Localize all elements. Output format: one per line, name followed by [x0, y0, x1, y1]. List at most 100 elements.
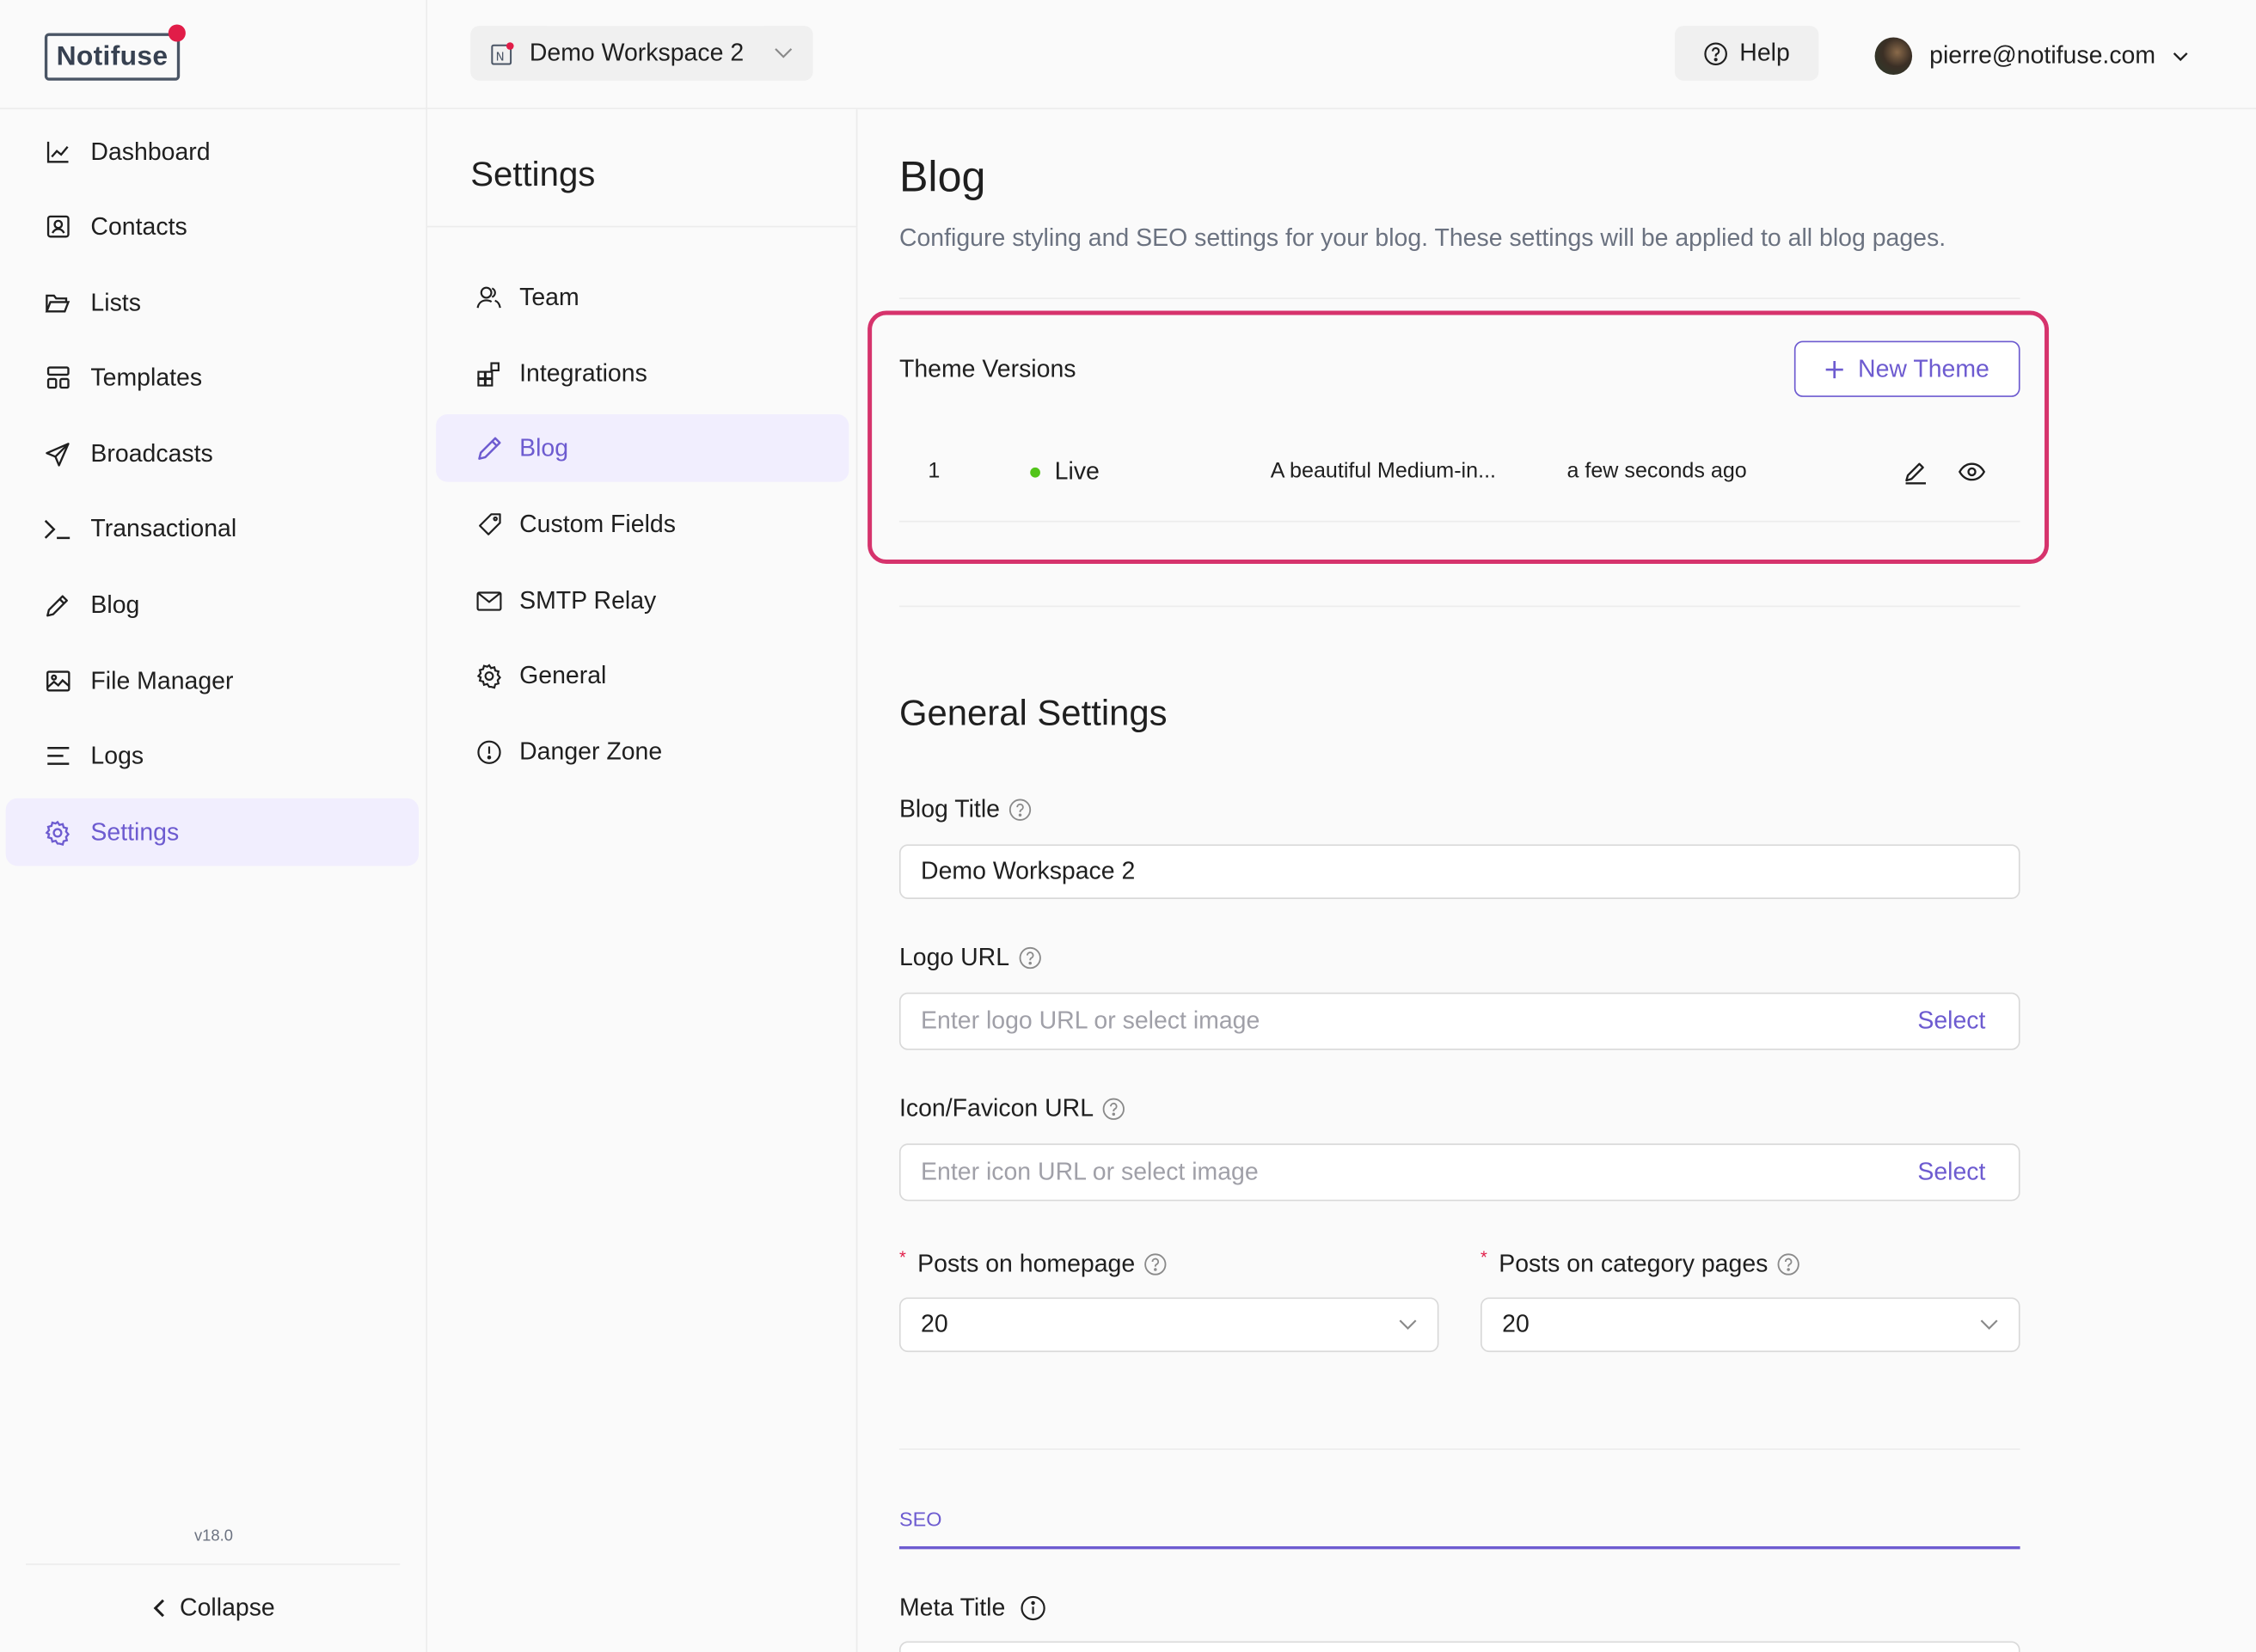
- posts-category-value: 20: [1502, 1310, 1530, 1338]
- preview-theme-eye-icon[interactable]: [1958, 462, 1986, 481]
- sidebar-item-label: Lists: [90, 288, 141, 316]
- settings-item-smtp-relay[interactable]: SMTP Relay: [436, 566, 849, 634]
- chart-line-icon: [43, 138, 71, 166]
- tag-icon: [475, 510, 503, 538]
- chevron-left-icon: [152, 1598, 165, 1618]
- settings-item-label: General: [519, 660, 607, 688]
- settings-item-danger-zone[interactable]: Danger Zone: [436, 718, 849, 786]
- sidebar-item-label: Settings: [90, 817, 180, 846]
- alert-circle-icon: [475, 737, 503, 766]
- integrations-icon: [475, 359, 503, 388]
- theme-versions-title: Theme Versions: [898, 355, 1076, 383]
- sidebar-item-logs[interactable]: Logs: [6, 722, 419, 790]
- workspace-name: Demo Workspace 2: [529, 39, 745, 66]
- page-description: Configure styling and SEO settings for y…: [898, 224, 1946, 252]
- logo-select-button[interactable]: Select: [1917, 1006, 1998, 1035]
- sidebar-item-templates[interactable]: Templates: [6, 344, 419, 412]
- posts-homepage-value: 20: [921, 1310, 948, 1338]
- sidebar-item-blog[interactable]: Blog: [6, 571, 419, 639]
- sidebar-item-label: Dashboard: [90, 137, 211, 165]
- theme-updated: a few seconds ago: [1566, 458, 1747, 484]
- collapse-button[interactable]: Collapse: [0, 1588, 427, 1629]
- posts-homepage-select[interactable]: 20: [898, 1297, 1439, 1353]
- sidebar-item-contacts[interactable]: Contacts: [6, 193, 419, 260]
- icon-url-label-text: Icon/Favicon URL: [898, 1094, 1094, 1123]
- plus-icon: [1825, 359, 1845, 379]
- gear-icon: [475, 661, 503, 689]
- chevron-down-icon: [1980, 1319, 1999, 1331]
- help-circle-icon[interactable]: [1102, 1098, 1125, 1121]
- tab-seo[interactable]: SEO: [899, 1508, 941, 1531]
- divider: [26, 1563, 401, 1565]
- sidebar-item-label: Logs: [90, 741, 144, 769]
- settings-item-label: Team: [519, 282, 579, 310]
- chevron-down-icon: [774, 47, 793, 58]
- required-mark: *: [1480, 1246, 1487, 1268]
- posts-homepage-label-text: Posts on homepage: [917, 1250, 1136, 1278]
- sidebar-item-label: Broadcasts: [90, 439, 213, 468]
- app-root: Notifuse Dashboard Contacts Lists Templa…: [0, 0, 2256, 1652]
- icon-url-input[interactable]: Enter icon URL or select image Select: [898, 1143, 2020, 1202]
- settings-item-label: Blog: [519, 433, 569, 462]
- folder-open-icon: [43, 289, 71, 317]
- settings-item-general[interactable]: General: [436, 641, 849, 709]
- posts-category-label-text: Posts on category pages: [1499, 1250, 1769, 1278]
- new-theme-button[interactable]: New Theme: [1793, 340, 2020, 397]
- workspace-icon: N: [491, 41, 515, 65]
- collapse-label: Collapse: [180, 1594, 275, 1622]
- app-version: v18.0: [193, 1527, 234, 1545]
- sidebar-item-settings[interactable]: Settings: [5, 798, 419, 866]
- user-menu[interactable]: pierre@notifuse.com: [1874, 32, 2189, 81]
- blog-title-input[interactable]: Demo Workspace 2: [898, 844, 2020, 899]
- list-lines-icon: [43, 742, 71, 770]
- edit-theme-icon[interactable]: [1904, 461, 1928, 485]
- settings-item-label: Custom Fields: [519, 510, 676, 538]
- workspace-selector[interactable]: N Demo Workspace 2: [470, 26, 813, 81]
- logo-url-input[interactable]: Enter logo URL or select image Select: [898, 992, 2020, 1050]
- svg-text:N: N: [496, 50, 505, 63]
- settings-item-custom-fields[interactable]: Custom Fields: [436, 491, 849, 559]
- blog-title-value: Demo Workspace 2: [921, 857, 1136, 885]
- help-circle-icon: [1703, 41, 1727, 65]
- divider: [898, 1448, 2020, 1450]
- image-icon: [43, 667, 71, 695]
- avatar: [1874, 37, 1913, 76]
- chevron-down-icon: [2173, 51, 2188, 61]
- posts-category-label: * Posts on category pages: [1480, 1246, 1799, 1278]
- pen-icon: [475, 434, 503, 462]
- meta-title-label-text: Meta Title: [898, 1594, 1006, 1622]
- table-row-divider: [898, 520, 2020, 523]
- help-button[interactable]: Help: [1674, 26, 1819, 81]
- sidebar-item-label: File Manager: [90, 666, 234, 694]
- tab-underline: [898, 1546, 2020, 1550]
- settings-item-blog[interactable]: Blog: [436, 413, 849, 482]
- info-circle-icon[interactable]: [1020, 1595, 1045, 1621]
- posts-category-select[interactable]: 20: [1480, 1297, 2020, 1353]
- sidebar-item-dashboard[interactable]: Dashboard: [6, 118, 419, 186]
- meta-title-input[interactable]: [898, 1641, 2020, 1652]
- help-circle-icon[interactable]: [1143, 1253, 1167, 1276]
- settings-item-team[interactable]: Team: [436, 263, 849, 331]
- sidebar-item-label: Blog: [90, 590, 140, 618]
- pen-icon: [43, 590, 71, 619]
- settings-item-label: SMTP Relay: [519, 585, 657, 614]
- logo-url-label-text: Logo URL: [898, 943, 1010, 971]
- sidebar-item-file-manager[interactable]: File Manager: [6, 647, 419, 715]
- gear-icon: [43, 817, 71, 846]
- settings-item-integrations[interactable]: Integrations: [436, 340, 849, 407]
- new-theme-label: New Theme: [1858, 354, 1989, 382]
- general-settings-title: General Settings: [898, 693, 1168, 734]
- logo[interactable]: Notifuse: [44, 33, 181, 81]
- theme-description: A beautiful Medium-in...: [1270, 458, 1497, 484]
- settings-item-label: Danger Zone: [519, 737, 663, 765]
- icon-select-button[interactable]: Select: [1917, 1158, 1998, 1186]
- help-circle-icon[interactable]: [1018, 946, 1041, 970]
- sidebar-item-transactional[interactable]: Transactional: [6, 495, 419, 563]
- sidebar-item-broadcasts[interactable]: Broadcasts: [6, 420, 419, 488]
- terminal-icon: [43, 514, 71, 542]
- help-circle-icon[interactable]: [1008, 798, 1032, 822]
- sidebar-item-lists[interactable]: Lists: [6, 269, 419, 337]
- help-circle-icon[interactable]: [1776, 1253, 1799, 1276]
- settings-item-label: Integrations: [519, 358, 647, 387]
- theme-status: Live: [1054, 457, 1100, 485]
